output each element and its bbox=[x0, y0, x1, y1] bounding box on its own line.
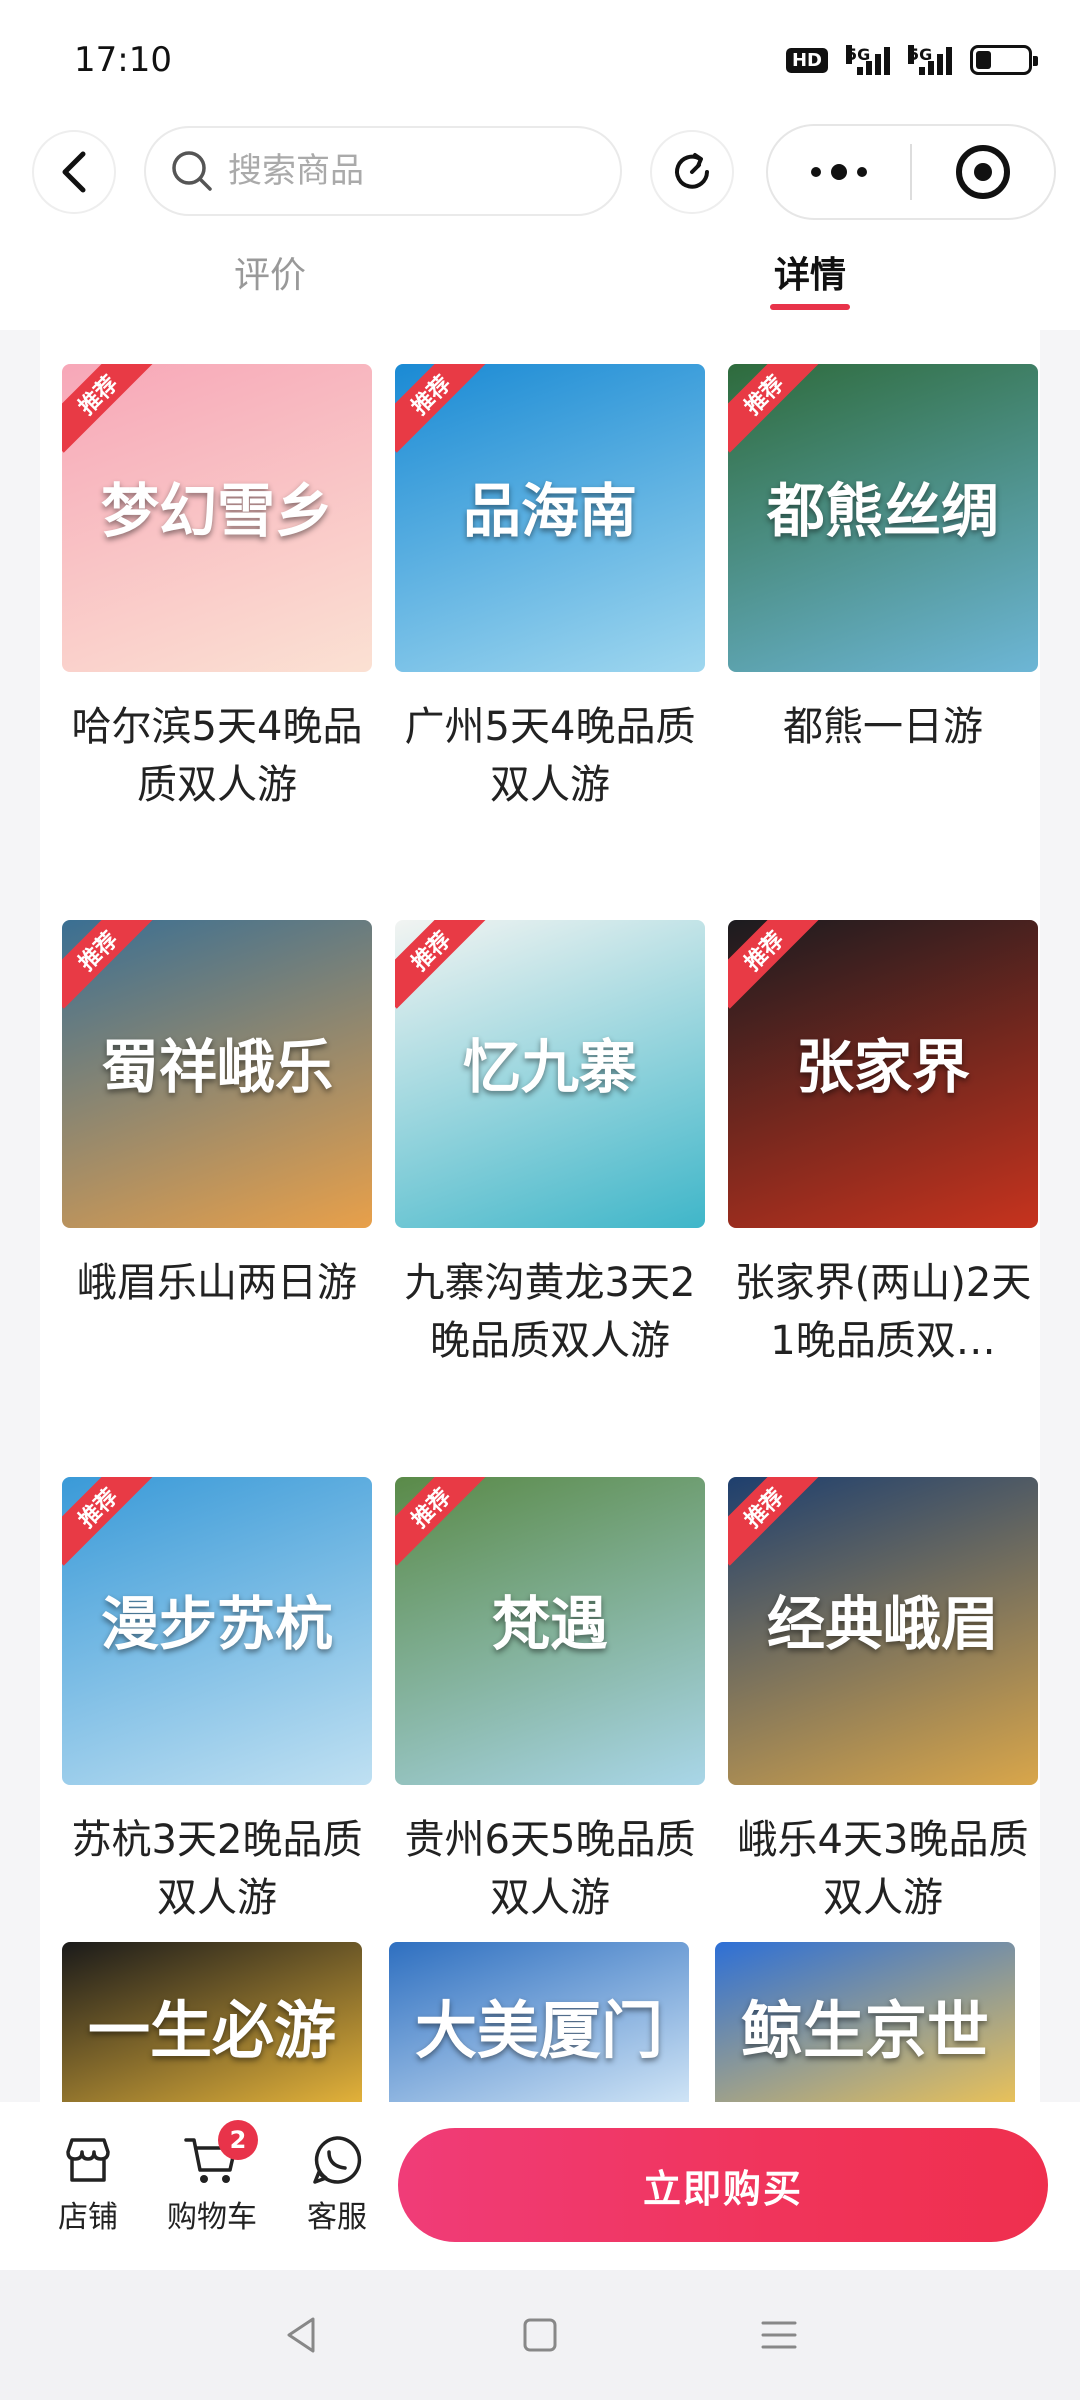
product-image[interactable]: 推荐 梵遇 bbox=[395, 1477, 705, 1785]
battery-level bbox=[976, 51, 991, 69]
recommend-ribbon: 推荐 bbox=[395, 364, 489, 453]
product-image-text: 蜀祥峨乐 bbox=[100, 1033, 333, 1101]
bottom-action-bar: 店铺 2 购物车 客服 立即购买 bbox=[0, 2102, 1080, 2270]
product-image-text: 大美厦门 bbox=[414, 1994, 663, 2067]
top-nav bbox=[0, 120, 1080, 220]
refresh-button[interactable] bbox=[650, 130, 734, 214]
chat-icon bbox=[313, 2136, 362, 2184]
menu-lines-icon[interactable] bbox=[757, 2315, 801, 2355]
product-image[interactable]: 推荐经典峨眉 bbox=[728, 1477, 1038, 1785]
product-image[interactable]: 推荐蜀祥峨乐 bbox=[62, 920, 372, 1228]
more-dots-icon bbox=[811, 164, 867, 180]
product-image-text: 一生必游 bbox=[87, 1994, 336, 2067]
product-card-partial[interactable]: 一生必游 bbox=[62, 1942, 362, 2102]
detail-content[interactable]: 推荐 梦幻雪乡 哈尔滨5天4晚品质双人游 推荐 品海南 广州5天4晚品质双人游 推荐 都熊丝绸… bbox=[0, 330, 1080, 2102]
product-grid: 推荐 梦幻雪乡 哈尔滨5天4晚品质双人游 推荐 品海南 广州5天4晚品质双人游 推荐 都熊丝绸… bbox=[40, 330, 1040, 2102]
search-bar[interactable] bbox=[144, 126, 622, 216]
product-image-text: 品海南 bbox=[462, 477, 637, 545]
product-title[interactable]: 峨眉乐山两日游 bbox=[62, 1254, 372, 1370]
chevron-left-icon bbox=[62, 151, 86, 193]
product-card[interactable]: 推荐 梵遇贵州6天5晚品质双人游 bbox=[395, 1477, 705, 1927]
product-image-text: 张家界 bbox=[795, 1033, 970, 1101]
product-card[interactable]: 推荐都熊丝绸都熊一日游 bbox=[728, 364, 1038, 814]
product-image[interactable]: 推荐漫步苏杭 bbox=[62, 1477, 372, 1785]
shop-button[interactable]: 店铺 bbox=[38, 2128, 138, 2236]
recommend-ribbon: 推荐 bbox=[728, 364, 822, 453]
recommend-ribbon: 推荐 bbox=[395, 1477, 489, 1566]
battery-icon bbox=[970, 45, 1038, 75]
recommend-ribbon: 推荐 bbox=[62, 920, 156, 1009]
store-icon bbox=[66, 2138, 110, 2182]
cart-label: 购物车 bbox=[167, 2200, 257, 2235]
product-card[interactable]: 推荐经典峨眉峨乐4天3晚品质双人游 bbox=[728, 1477, 1038, 1927]
product-image[interactable]: 推荐品海南 bbox=[395, 364, 705, 672]
product-title[interactable]: 张家界(两山)2天1晚品质双… bbox=[728, 1254, 1038, 1370]
tab-details[interactable]: 详情 bbox=[750, 246, 870, 298]
product-image[interactable]: 推荐张家界 bbox=[728, 920, 1038, 1228]
product-title[interactable]: 苏杭3天2晚品质双人游 bbox=[62, 1811, 372, 1927]
product-title[interactable]: 九寨沟黄龙3天2晚品质双人游 bbox=[395, 1254, 705, 1370]
recommend-ribbon: 推荐 bbox=[728, 920, 822, 1009]
status-time: 17:10 bbox=[74, 40, 172, 80]
product-title[interactable]: 广州5天4晚品质双人游 bbox=[395, 698, 705, 814]
more-menu-button[interactable] bbox=[768, 126, 910, 218]
refresh-icon bbox=[675, 153, 709, 189]
product-image-text: 梦幻雪乡 bbox=[100, 477, 333, 545]
product-image-text: 鲸生京世 bbox=[740, 1994, 989, 2067]
home-square-icon[interactable] bbox=[520, 2315, 560, 2355]
active-tab-indicator bbox=[770, 304, 850, 310]
shop-label: 店铺 bbox=[58, 2200, 118, 2235]
recommend-ribbon: 推荐 bbox=[728, 1477, 822, 1566]
close-miniprogram-button[interactable] bbox=[912, 126, 1054, 218]
product-title[interactable]: 峨乐4天3晚品质双人游 bbox=[728, 1811, 1038, 1927]
page-tabs: 评价 详情 bbox=[0, 236, 1080, 326]
product-image-text: 梵遇 bbox=[491, 1590, 608, 1658]
product-image[interactable]: 推荐梦幻雪乡 bbox=[62, 364, 372, 672]
signal-icon-2: 5G bbox=[908, 45, 952, 75]
product-title[interactable]: 都熊一日游 bbox=[728, 698, 1038, 814]
buy-now-button[interactable]: 立即购买 bbox=[398, 2128, 1048, 2242]
product-card-partial[interactable]: 鲸生京世 bbox=[715, 1942, 1015, 2102]
product-image-text: 经典峨眉 bbox=[766, 1590, 999, 1658]
product-card[interactable]: 推荐漫步苏杭苏杭3天2晚品质双人游 bbox=[62, 1477, 372, 1927]
search-input[interactable] bbox=[226, 150, 586, 192]
product-card[interactable]: 推荐梦幻雪乡哈尔滨5天4晚品质双人游 bbox=[62, 364, 372, 814]
service-label: 客服 bbox=[307, 2200, 367, 2235]
product-card[interactable]: 推荐忆九寨九寨沟黄龙3天2晚品质双人游 bbox=[395, 920, 705, 1370]
system-navigation-bar bbox=[0, 2270, 1080, 2400]
product-image[interactable]: 推荐忆九寨 bbox=[395, 920, 705, 1228]
miniprogram-capsule bbox=[766, 124, 1056, 220]
product-title[interactable]: 贵州6天5晚品质双人游 bbox=[395, 1811, 705, 1927]
product-image[interactable]: 推荐都熊丝绸 bbox=[728, 364, 1038, 672]
cart-count-badge: 2 bbox=[218, 2120, 258, 2160]
target-icon bbox=[956, 145, 1010, 199]
signal-icon-1: 5G bbox=[846, 45, 890, 75]
search-icon bbox=[172, 151, 212, 191]
product-card-partial[interactable]: 大美厦门 bbox=[389, 1942, 689, 2102]
product-image-text: 都熊丝绸 bbox=[766, 477, 999, 545]
customer-service-button[interactable]: 客服 bbox=[287, 2128, 387, 2236]
product-image-text: 漫步苏杭 bbox=[100, 1590, 333, 1658]
recommend-ribbon: 推荐 bbox=[62, 364, 156, 453]
back-button[interactable] bbox=[32, 130, 116, 214]
product-title[interactable]: 哈尔滨5天4晚品质双人游 bbox=[62, 698, 372, 814]
recommend-ribbon: 推荐 bbox=[395, 920, 489, 1009]
status-indicators: HD 5G 5G bbox=[785, 45, 1038, 75]
product-card[interactable]: 推荐张家界张家界(两山)2天1晚品质双… bbox=[728, 920, 1038, 1370]
recommend-ribbon: 推荐 bbox=[62, 1477, 156, 1566]
tab-reviews[interactable]: 评价 bbox=[210, 246, 330, 298]
hd-badge: HD bbox=[785, 47, 828, 73]
product-card[interactable]: 推荐蜀祥峨乐峨眉乐山两日游 bbox=[62, 920, 372, 1370]
cart-button[interactable]: 2 购物车 bbox=[162, 2120, 262, 2236]
product-card[interactable]: 推荐品海南广州5天4晚品质双人游 bbox=[395, 364, 705, 814]
product-image-text: 忆九寨 bbox=[462, 1033, 637, 1101]
status-bar: 17:10 HD 5G 5G bbox=[0, 0, 1080, 120]
back-triangle-icon[interactable] bbox=[279, 2313, 323, 2357]
